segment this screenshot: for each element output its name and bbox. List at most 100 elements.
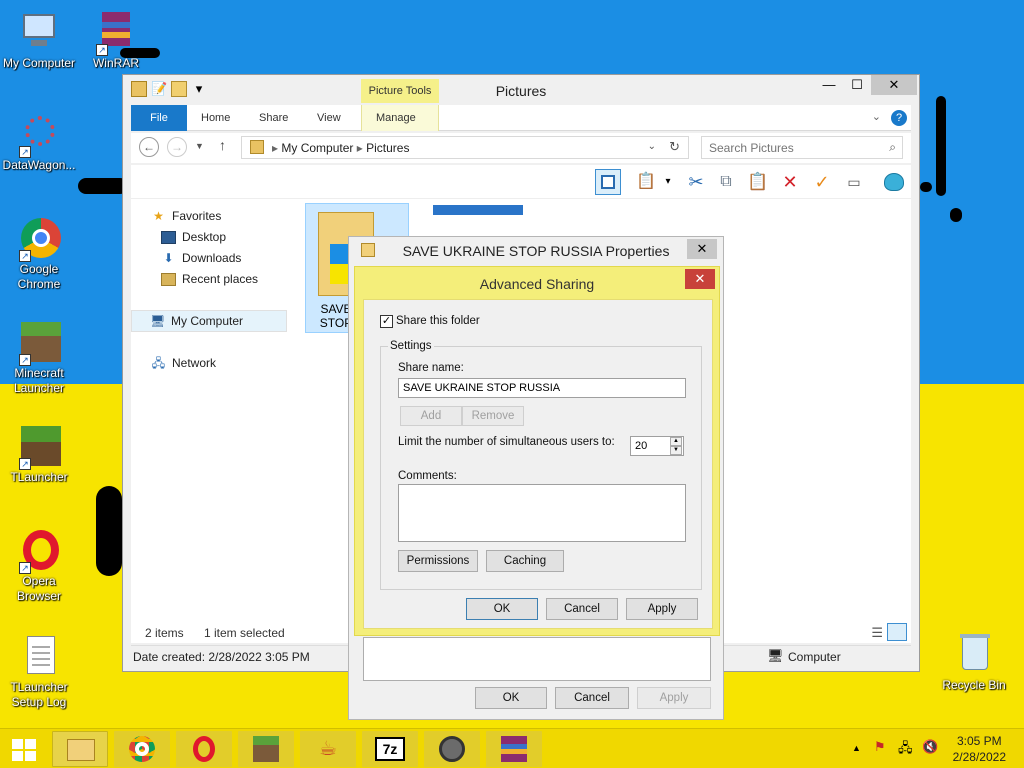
chrome-icon: ↗ xyxy=(17,216,61,262)
share-this-folder-label[interactable]: Share this folder xyxy=(396,315,480,327)
desktop-icon-tlauncher[interactable]: ↗ TLauncher xyxy=(1,424,77,485)
system-clock[interactable]: 3:05 PM 2/28/2022 xyxy=(953,733,1006,765)
search-box[interactable]: ⌕ xyxy=(701,136,903,159)
properties-apply-button[interactable]: Apply xyxy=(637,687,711,709)
advanced-sharing-close-button[interactable]: ✕ xyxy=(685,269,715,289)
start-button[interactable] xyxy=(8,737,40,763)
tab-manage[interactable]: Manage xyxy=(361,105,439,131)
checkmark-icon[interactable]: ✓ xyxy=(809,169,835,195)
advanced-sharing-dialog: Advanced Sharing ✕ ✓ Share this folder S… xyxy=(354,266,720,636)
breadcrumb-pictures[interactable]: Pictures xyxy=(366,141,409,155)
taskbar-chrome[interactable] xyxy=(114,731,170,767)
delete-icon[interactable]: ✕ xyxy=(777,169,803,195)
windows-logo-icon xyxy=(12,739,36,761)
up-button[interactable]: ↑ xyxy=(219,137,226,153)
desktop-icon-datawagon[interactable]: ↗ DataWagon... xyxy=(1,112,77,173)
help-icon[interactable]: ? xyxy=(891,110,907,126)
properties-cancel-button[interactable]: Cancel xyxy=(555,687,629,709)
dropdown-icon[interactable]: ▾ xyxy=(655,169,681,195)
desktop-icon-label: Minecraft Launcher xyxy=(13,366,65,395)
shortcut-arrow-icon: ↗ xyxy=(19,146,31,158)
scribble-left-curve xyxy=(96,486,122,576)
volume-muted-icon[interactable]: 🔇 xyxy=(922,739,938,755)
breadcrumb-my-computer[interactable]: My Computer xyxy=(281,141,353,155)
share-this-folder-checkbox[interactable]: ✓ xyxy=(380,315,393,328)
comments-textarea[interactable] xyxy=(398,484,686,542)
apply-button[interactable]: Apply xyxy=(626,598,698,620)
maximize-button[interactable]: ☐ xyxy=(843,75,871,95)
desktop-icon-tlauncher-setup-log[interactable]: TLauncher Setup Log xyxy=(1,634,77,710)
details-view-icon[interactable]: ☰ xyxy=(871,625,883,641)
properties-ok-button[interactable]: OK xyxy=(475,687,547,709)
minimize-button[interactable]: — xyxy=(815,75,843,95)
ribbon-expand-icon[interactable]: ⌄ xyxy=(872,110,881,123)
nav-downloads[interactable]: ⬇ Downloads xyxy=(161,251,241,265)
search-icon[interactable]: ⌕ xyxy=(889,140,896,155)
forward-button[interactable]: → xyxy=(167,137,187,157)
device-icon xyxy=(437,735,467,763)
image-item-thumbnail[interactable] xyxy=(433,205,523,215)
cut-icon[interactable]: ✂ xyxy=(683,169,709,195)
desktop-icon-opera-browser[interactable]: ↗ Opera Browser xyxy=(1,528,77,604)
tab-home[interactable]: Home xyxy=(187,105,244,131)
desktop-icon-minecraft-launcher[interactable]: ↗ Minecraft Launcher xyxy=(1,320,77,396)
rename-icon[interactable]: ▭ xyxy=(841,169,867,195)
explorer-title: Pictures xyxy=(495,83,547,99)
desktop-icon-google-chrome[interactable]: ↗ Google Chrome xyxy=(1,216,77,292)
tab-view[interactable]: View xyxy=(303,105,355,131)
share-name-input[interactable] xyxy=(398,378,686,398)
taskbar-winrar[interactable] xyxy=(486,731,542,767)
spin-up-icon[interactable]: ▲ xyxy=(670,437,682,446)
action-center-flag-icon[interactable]: ⚑ xyxy=(874,739,886,755)
refresh-icon[interactable]: ↻ xyxy=(669,139,680,155)
caching-button[interactable]: Caching xyxy=(486,550,564,572)
tab-share[interactable]: Share xyxy=(245,105,302,131)
shortcut-arrow-icon: ↗ xyxy=(19,458,31,470)
large-icons-view-icon[interactable] xyxy=(887,623,907,641)
nav-network[interactable]: 🖧 Network xyxy=(151,356,216,370)
scribble-top-left xyxy=(78,178,128,194)
recent-locations-icon[interactable]: ▼ xyxy=(195,141,204,151)
properties-close-button[interactable]: ✕ xyxy=(687,239,717,259)
desktop-icon-recycle-bin[interactable]: Recycle Bin xyxy=(936,632,1012,693)
shell-icon[interactable] xyxy=(881,169,907,195)
spin-down-icon[interactable]: ▼ xyxy=(670,446,682,455)
tab-file[interactable]: File xyxy=(131,105,187,131)
network-tray-icon[interactable]: 🖧 xyxy=(898,739,913,761)
7zip-icon: 7z xyxy=(375,735,405,763)
taskbar-java[interactable]: ☕ xyxy=(300,731,356,767)
minecraft-icon: ↗ xyxy=(17,320,61,366)
close-button[interactable]: ✕ xyxy=(871,75,917,95)
search-input[interactable] xyxy=(702,137,872,158)
taskbar-minecraft[interactable] xyxy=(238,731,294,767)
nav-favorites[interactable]: ★ Favorites xyxy=(151,209,221,223)
remove-button[interactable]: Remove xyxy=(462,406,524,426)
recent-places-icon xyxy=(161,272,176,286)
desktop-icon-my-computer[interactable]: My Computer xyxy=(1,10,77,71)
taskbar-device[interactable] xyxy=(424,731,480,767)
address-bar[interactable]: ▸ My Computer ▸ Pictures ⌄ ↻ xyxy=(241,136,689,159)
ok-button[interactable]: OK xyxy=(466,598,538,620)
nav-my-computer[interactable]: 🖥 My Computer xyxy=(131,310,287,332)
taskbar-file-explorer[interactable] xyxy=(52,731,108,767)
limit-users-label: Limit the number of simultaneous users t… xyxy=(398,436,615,448)
chrome-icon xyxy=(127,735,157,763)
desktop-icon-winrar[interactable]: ↗ WinRAR xyxy=(78,10,154,71)
preview-pane-icon[interactable] xyxy=(595,169,621,195)
file-explorer-icon xyxy=(66,736,96,764)
nav-label: Favorites xyxy=(172,209,222,223)
back-button[interactable]: ← xyxy=(139,137,159,157)
taskbar-7zip[interactable]: 7z xyxy=(362,731,418,767)
permissions-button[interactable]: Permissions xyxy=(398,550,478,572)
copy-icon[interactable]: ⧉ xyxy=(713,169,739,195)
details-date-created: Date created: 2/28/2022 3:05 PM xyxy=(133,650,310,664)
address-dropdown-icon[interactable]: ⌄ xyxy=(648,141,656,152)
nav-recent-places[interactable]: Recent places xyxy=(161,272,258,286)
nav-desktop[interactable]: Desktop xyxy=(161,230,226,244)
show-hidden-icons-icon[interactable]: ▲ xyxy=(852,743,861,753)
taskbar-opera[interactable] xyxy=(176,731,232,767)
cancel-button[interactable]: Cancel xyxy=(546,598,618,620)
paste-icon[interactable]: 📋 xyxy=(745,169,771,195)
tlauncher-icon: ↗ xyxy=(17,424,61,470)
add-button[interactable]: Add xyxy=(400,406,462,426)
